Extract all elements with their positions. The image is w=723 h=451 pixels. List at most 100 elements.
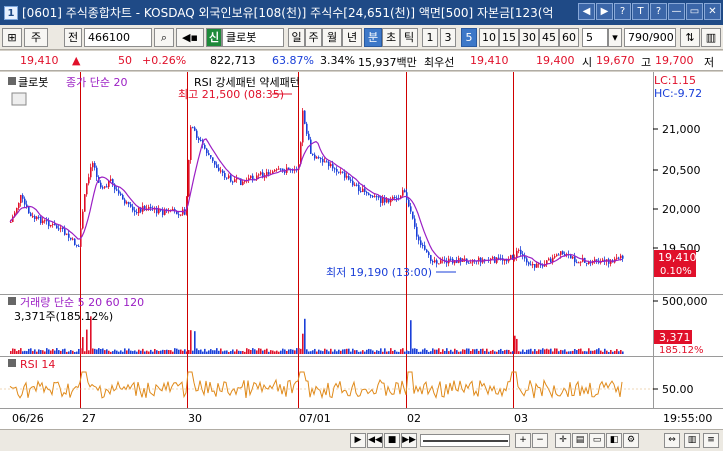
new-button[interactable]: 신 [206, 28, 222, 47]
candle-body [120, 193, 122, 195]
stock-code-input[interactable]: 466100 [84, 28, 152, 47]
candle-body [234, 179, 236, 183]
period-day[interactable]: 일 [288, 28, 305, 47]
table-icon[interactable] [11, 92, 27, 106]
interval-5[interactable]: 5 [461, 28, 477, 47]
candle-body [192, 127, 194, 129]
candle-body [340, 171, 342, 173]
volume-bar [206, 351, 208, 354]
candle-body [372, 195, 374, 198]
candle-body [220, 170, 222, 172]
volume-bar [252, 348, 254, 354]
legend-ma[interactable]: 종가 단순 20 [66, 76, 127, 89]
text-icon[interactable]: T [632, 3, 649, 20]
close-icon[interactable]: ✕ [704, 3, 721, 20]
volume-bar [346, 348, 348, 354]
volume-bar [530, 348, 532, 354]
volume-bar [488, 351, 490, 354]
chart-svg[interactable]: 21,000 20,500 20,000 19,500 LC:1.15 HC:-… [0, 72, 723, 429]
volume-bar [192, 350, 194, 354]
candle-body [362, 188, 364, 192]
volume-bar [196, 348, 198, 354]
minimize-icon[interactable]: — [668, 3, 685, 20]
volume-bar [92, 348, 94, 354]
volume-bar [468, 348, 470, 354]
chevron-down-icon[interactable]: ▾ [608, 28, 622, 47]
zoom-in-icon[interactable]: + [515, 433, 531, 448]
period-tick[interactable]: 틱 [400, 28, 418, 47]
crosshair-icon[interactable]: ✛ [555, 433, 571, 448]
interval-1[interactable]: 1 [422, 28, 438, 47]
price-axis-label: 21,000 [662, 123, 701, 136]
capture-icon[interactable]: ◧ [606, 433, 622, 448]
interval-45[interactable]: 45 [539, 28, 559, 47]
legend-pattern[interactable]: RSI 강세패턴 약세패턴 [194, 75, 300, 89]
scroll-thumb[interactable] [423, 440, 508, 442]
menu-icon[interactable]: ≡ [703, 433, 719, 448]
candle-body [22, 195, 24, 199]
volume-bar [390, 348, 392, 354]
period-minute[interactable]: 분 [364, 28, 382, 47]
interval-input[interactable]: 5 [582, 28, 608, 47]
candle-body [354, 184, 356, 186]
volume-bar [58, 350, 60, 354]
period-week[interactable]: 주 [305, 28, 322, 47]
rsi-legend[interactable]: RSI 14 [20, 358, 55, 371]
stock-name-field[interactable]: 클로봇 [222, 28, 284, 47]
candle-body [560, 251, 562, 255]
candle-body [194, 127, 196, 131]
interval-15[interactable]: 15 [499, 28, 519, 47]
expand-icon[interactable]: ⇔ [664, 433, 680, 448]
volume-bar [146, 350, 148, 354]
candle-body [596, 259, 598, 261]
period-month[interactable]: 월 [322, 28, 342, 47]
scroll-track[interactable] [420, 434, 510, 447]
chart-area[interactable]: 21,000 20,500 20,000 19,500 LC:1.15 HC:-… [0, 72, 723, 429]
volume-value: 822,713 [210, 54, 256, 67]
volume-bar [504, 350, 506, 354]
settings-icon[interactable]: ⇅ [680, 28, 700, 47]
candle-body [350, 179, 352, 181]
candle-body [126, 202, 128, 204]
period-year[interactable]: 년 [342, 28, 362, 47]
volume-bar [298, 348, 300, 354]
count-input[interactable]: 790/900 [624, 28, 676, 47]
volume-bar [326, 349, 328, 354]
next-window-icon[interactable]: ▶ [596, 3, 613, 20]
interval-3[interactable]: 3 [440, 28, 456, 47]
layout-icon[interactable]: ▥ [701, 28, 721, 47]
interval-60[interactable]: 60 [559, 28, 579, 47]
interval-10[interactable]: 10 [479, 28, 499, 47]
grid-icon[interactable]: ⊞ [2, 28, 22, 47]
volume-bar [172, 351, 174, 354]
legend-stock-name[interactable]: 클로봇 [18, 76, 48, 89]
maximize-icon[interactable]: ▭ [686, 3, 703, 20]
market-select[interactable]: 주 [24, 28, 48, 47]
volume-bar [582, 351, 584, 354]
settings-gear-icon[interactable]: ⚙ [623, 433, 639, 448]
volume-bar [212, 350, 214, 354]
info-icon[interactable]: ? [650, 3, 667, 20]
fast-forward-icon[interactable]: ▶▶ [401, 433, 417, 448]
rewind-icon[interactable]: ◀◀ [367, 433, 383, 448]
candle-body [414, 218, 416, 227]
all-button[interactable]: 전 [64, 28, 82, 47]
sound-icon[interactable]: ◀▪ [176, 28, 204, 47]
candle-body [20, 195, 22, 204]
split-icon[interactable]: ▥ [684, 433, 700, 448]
search-icon[interactable]: ⌕ [154, 28, 174, 47]
help-icon[interactable]: ? [614, 3, 631, 20]
volume-bar [498, 349, 500, 354]
print-icon[interactable]: ▭ [589, 433, 605, 448]
prev-window-icon[interactable]: ◀ [578, 3, 595, 20]
stop-icon[interactable]: ■ [384, 433, 400, 448]
volume-bar [416, 348, 418, 354]
chart-type-icon[interactable]: ▤ [572, 433, 588, 448]
interval-30[interactable]: 30 [519, 28, 539, 47]
volume-bar [370, 349, 372, 354]
volume-bar [100, 348, 102, 354]
period-second[interactable]: 초 [382, 28, 400, 47]
volume-legend[interactable]: 거래량 단순 5 20 60 120 [20, 296, 144, 309]
zoom-out-icon[interactable]: − [532, 433, 548, 448]
play-icon[interactable]: ▶ [350, 433, 366, 448]
